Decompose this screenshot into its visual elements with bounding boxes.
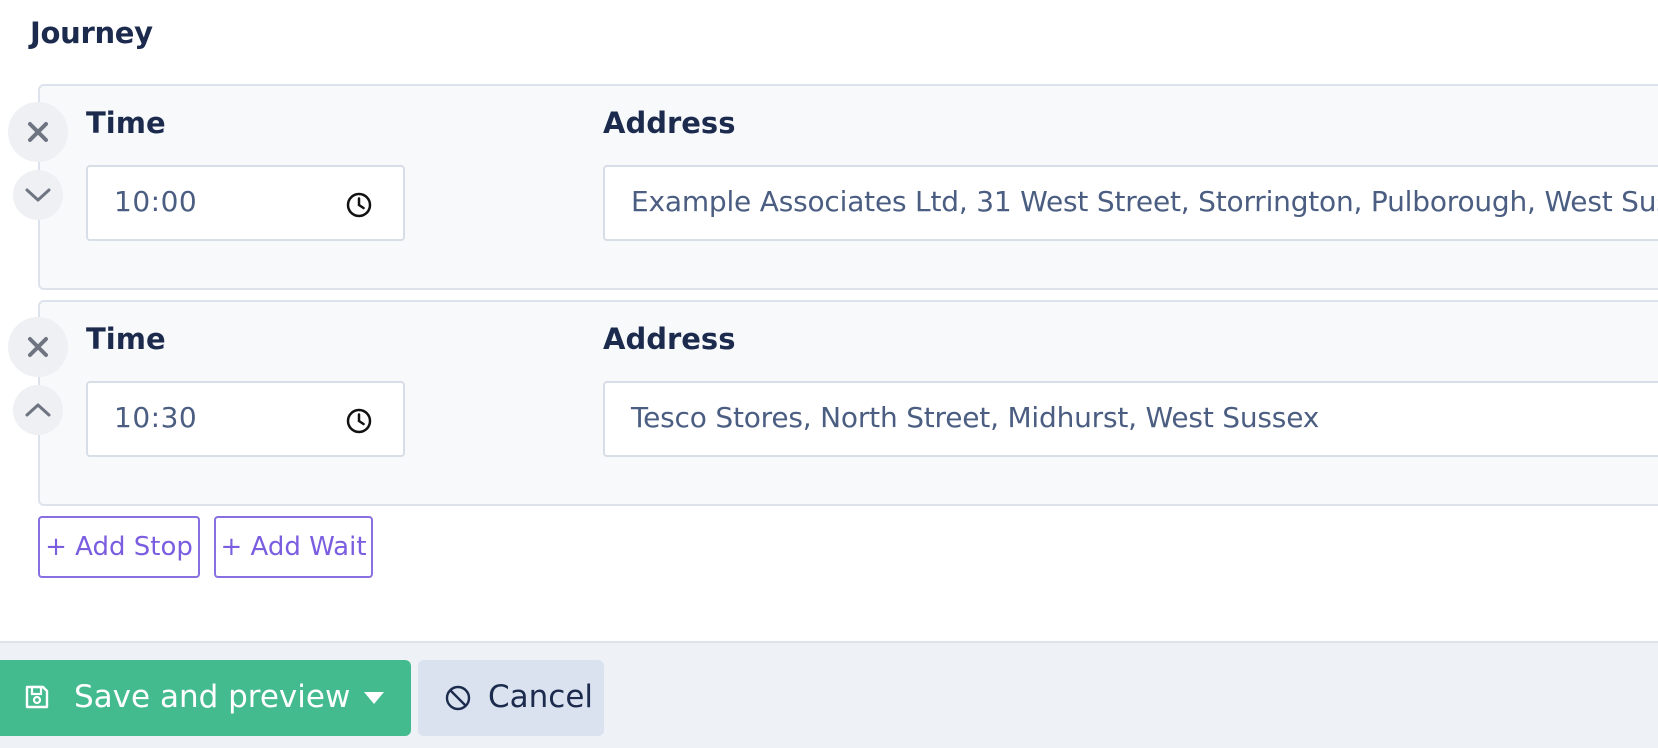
address-input[interactable]: Example Associates Ltd, 31 West Street, … bbox=[603, 165, 1658, 241]
ban-icon bbox=[445, 685, 471, 711]
address-label: Address bbox=[603, 322, 736, 356]
time-value: 10:00 bbox=[114, 185, 198, 218]
clock-icon[interactable] bbox=[345, 191, 373, 219]
time-input[interactable]: 10:00 bbox=[86, 165, 405, 241]
close-icon bbox=[28, 122, 48, 142]
floppy-disk-icon bbox=[25, 685, 49, 709]
close-icon bbox=[28, 337, 48, 357]
section-title: Journey bbox=[30, 16, 153, 50]
caret-down-icon[interactable] bbox=[364, 692, 384, 704]
address-value: Tesco Stores, North Street, Midhurst, We… bbox=[631, 401, 1320, 434]
address-input[interactable]: Tesco Stores, North Street, Midhurst, We… bbox=[603, 381, 1658, 457]
remove-stop-button[interactable] bbox=[8, 102, 68, 162]
save-button-label: Save and preview bbox=[74, 679, 351, 715]
time-input[interactable]: 10:30 bbox=[86, 381, 405, 457]
chevron-up-icon bbox=[25, 403, 51, 417]
time-label: Time bbox=[86, 106, 166, 140]
address-label: Address bbox=[603, 106, 736, 140]
add-wait-button[interactable]: + Add Wait bbox=[214, 516, 373, 578]
save-and-preview-button[interactable]: Save and preview bbox=[0, 660, 411, 736]
address-value: Example Associates Ltd, 31 West Street, … bbox=[631, 185, 1658, 218]
move-stop-down-button[interactable] bbox=[13, 170, 63, 220]
clock-icon[interactable] bbox=[345, 407, 373, 435]
time-value: 10:30 bbox=[114, 401, 198, 434]
move-stop-up-button[interactable] bbox=[13, 385, 63, 435]
chevron-down-icon bbox=[25, 188, 51, 202]
cancel-button[interactable]: Cancel bbox=[418, 660, 604, 736]
cancel-button-label: Cancel bbox=[488, 679, 594, 715]
time-label: Time bbox=[86, 322, 166, 356]
add-stop-button[interactable]: + Add Stop bbox=[38, 516, 200, 578]
remove-stop-button[interactable] bbox=[8, 317, 68, 377]
